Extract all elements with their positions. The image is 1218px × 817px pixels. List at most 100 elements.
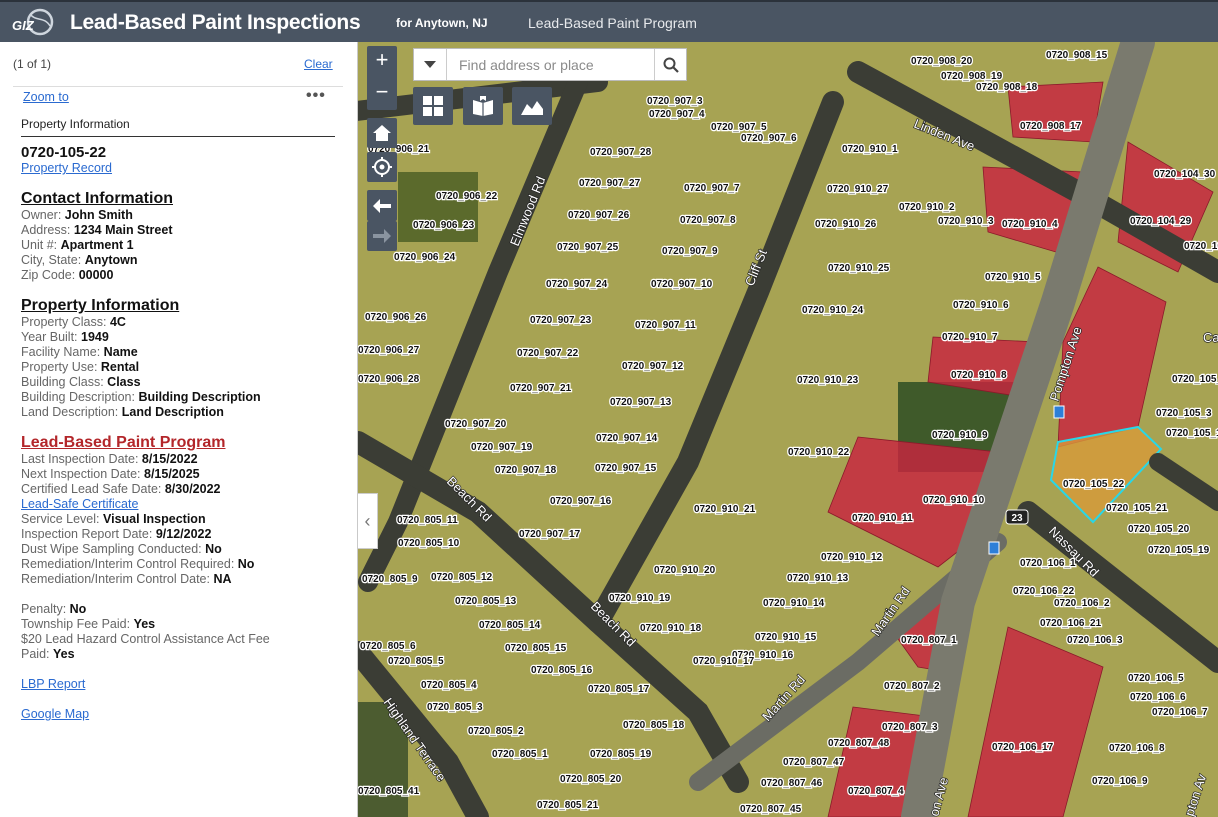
parcel-label: 0720_805_15 [505, 643, 567, 654]
parcel-label: 0720_910_17 [693, 656, 755, 667]
address-row: Address: 1234 Main Street [21, 223, 173, 237]
program-link[interactable]: Lead-Based Paint Program [528, 15, 697, 31]
section-heading-contact: Contact Information [21, 190, 173, 207]
parcel-label: 0720_906_28 [358, 374, 420, 385]
parcel-label: 0720_805_41 [358, 786, 420, 797]
lead-safe-certificate-link[interactable]: Lead-Safe Certificate [21, 497, 138, 511]
parcel-label: 0720_805_20 [560, 774, 622, 785]
parcel-highlight[interactable] [967, 626, 1104, 817]
dust-wipe-row: Dust Wipe Sampling Conducted: No [21, 542, 222, 556]
parcel-label: 0720_907_14 [596, 433, 658, 444]
section-heading-lbp[interactable]: Lead-Based Paint Program [21, 434, 341, 452]
penalty-row: Penalty: No [21, 602, 87, 616]
parcel-label: 0720_906_23 [413, 220, 475, 231]
parcel-label: 0720_105_10 [1166, 428, 1218, 439]
parcel-label: 0720_907_19 [471, 442, 533, 453]
road [1149, 453, 1218, 511]
parcel-label: 0720_104_30 [1154, 169, 1216, 180]
search-source-dropdown[interactable] [414, 49, 447, 80]
parcel-label: 0720_910_25 [828, 263, 890, 274]
app-title: Lead-Based Paint Inspections [70, 11, 361, 34]
google-map-link[interactable]: Google Map [21, 707, 89, 721]
parcel-label: 0720_907_26 [568, 210, 630, 221]
map-view[interactable]: Linden Ave Elmwood Rd Cliff St Pompton A… [358, 42, 1218, 817]
next-inspection-row: Next Inspection Date: 8/15/2025 [21, 467, 200, 481]
parcel-label: 0720_906_26 [365, 312, 427, 323]
township-fee-row: Township Fee Paid: Yes [21, 617, 156, 631]
land-desc-row: Land Description: Land Description [21, 405, 224, 419]
next-extent-button[interactable] [367, 221, 397, 251]
parcel-label: 0720_910_6 [953, 300, 1009, 311]
zoom-to-button[interactable]: Zoom to [23, 90, 69, 104]
parcel-label: 0720_805_4 [421, 680, 477, 691]
zoom-in-button[interactable]: + [367, 46, 397, 76]
parcel-label: 0720_105_1 [1184, 241, 1218, 252]
zoom-out-button[interactable]: − [367, 78, 397, 108]
parcel-label: 0720_807_46 [761, 778, 823, 789]
street-label: Ca [1203, 330, 1218, 345]
locate-button[interactable] [367, 152, 397, 182]
search-widget [413, 48, 687, 81]
locate-icon [372, 157, 392, 177]
parcel-label: 0720_805_16 [531, 665, 593, 676]
parcel-label: 0720_907_17 [519, 529, 581, 540]
grid-icon [423, 96, 443, 116]
parcel-label: 0720_807_48 [828, 738, 890, 749]
divider [13, 86, 343, 87]
clear-button[interactable]: Clear [304, 57, 333, 71]
parcel-label: 0720_910_5 [985, 272, 1041, 283]
act-fee-row: Paid: Yes [21, 647, 75, 661]
parcel-id: 0720-105-22 [21, 144, 107, 161]
feature-pager: (1 of 1) [13, 57, 52, 71]
property-class-row: Property Class: 4C [21, 315, 126, 329]
parcel-label: 0720_910_20 [654, 565, 716, 576]
property-record-link[interactable]: Property Record [21, 161, 112, 175]
more-options-icon[interactable]: ••• [306, 87, 326, 105]
parcel-label: 0720_805_6 [360, 641, 416, 652]
lbp-report-link[interactable]: LBP Report [21, 677, 85, 691]
previous-extent-button[interactable] [367, 190, 397, 221]
bus-stop-icon [1053, 405, 1065, 419]
divider [21, 136, 335, 137]
parcel-label: 0720_910_2 [899, 202, 955, 213]
parcel-label: 0720_907_25 [557, 242, 619, 253]
basemap-gallery-button[interactable] [413, 87, 453, 125]
home-icon [373, 125, 391, 141]
report-date-row: Inspection Report Date: 9/12/2022 [21, 527, 212, 541]
parcel-label: 0720_106_8 [1109, 743, 1165, 754]
search-button[interactable] [654, 49, 687, 80]
parcel-label: 0720_910_19 [609, 593, 671, 604]
popup-panel: (1 of 1) Clear Zoom to ••• Property Info… [0, 42, 358, 817]
act-fee-label: $20 Lead Hazard Control Assistance Act F… [21, 632, 270, 646]
parcel-label: 0720_910_1 [842, 144, 898, 155]
parcel-label: 0720_910_15 [755, 632, 817, 643]
parcel-label: 0720_907_3 [647, 96, 703, 107]
remediation-required-row: Remediation/Interim Control Required: No [21, 557, 255, 571]
parcel-label: 0720_907_20 [445, 419, 507, 430]
collapse-panel-button[interactable]: ‹ [358, 493, 378, 549]
parcel-label: 0720_907_10 [651, 279, 713, 290]
building-desc-row: Building Description: Building Descripti… [21, 390, 261, 404]
parcel-label: 0720_805_1 [492, 749, 548, 760]
parcel-label: 0720_807_2 [884, 681, 940, 692]
parcel-label: 0720_910_21 [694, 504, 756, 515]
parcel-label: 0720_910_9 [932, 430, 988, 441]
parcel-label: 0720_907_27 [579, 178, 641, 189]
city-row: City, State: Anytown [21, 253, 138, 267]
parcel-label: 0720_106_2 [1054, 598, 1110, 609]
parcel-label: 0720_106_6 [1130, 692, 1186, 703]
building-class-row: Building Class: Class [21, 375, 141, 389]
home-button[interactable] [367, 118, 397, 148]
remediation-date-row: Remediation/Interim Control Date: NA [21, 572, 232, 586]
map-canvas[interactable]: Linden Ave Elmwood Rd Cliff St Pompton A… [358, 42, 1218, 817]
parcel-label: 0720_907_23 [530, 315, 592, 326]
parcel-label: 0720_805_10 [398, 538, 460, 549]
popup-content: 0720-105-22 Property Record Contact Info… [21, 142, 341, 722]
search-input[interactable] [448, 49, 653, 80]
elevation-profile-button[interactable] [512, 87, 552, 125]
bus-stop-icon [988, 541, 1000, 555]
layer-list-button[interactable] [463, 87, 503, 125]
parcel-label: 0720_907_21 [510, 383, 572, 394]
parcel-label: 0720_106_7 [1152, 707, 1208, 718]
arrow-right-icon [373, 229, 391, 243]
